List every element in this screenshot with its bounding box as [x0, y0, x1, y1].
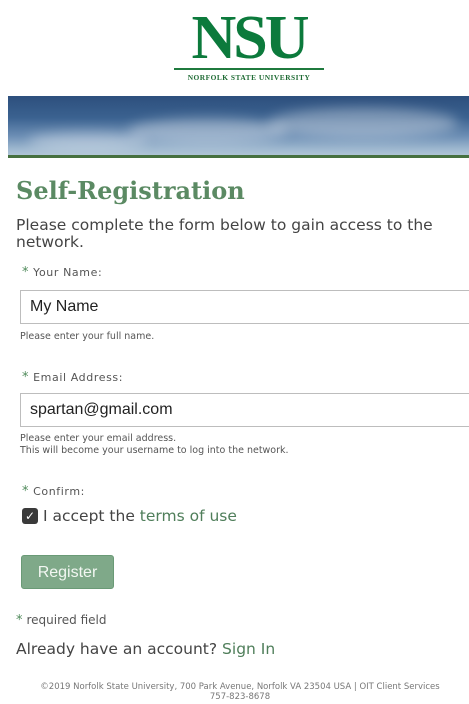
confirm-label-text: Confirm:	[33, 485, 85, 498]
email-input[interactable]: spartan@gmail.com	[20, 393, 469, 427]
name-hint: Please enter your full name.	[20, 331, 155, 342]
register-button[interactable]: Register	[21, 555, 114, 589]
nsu-logo: NSU NORFOLK STATE UNIVERSITY	[172, 4, 326, 82]
required-star: *	[16, 613, 23, 628]
terms-of-use-link[interactable]: terms of use	[140, 507, 237, 525]
accept-terms-text: I accept the terms of use	[43, 507, 237, 525]
page-title: Self-Registration	[16, 176, 245, 205]
logo-rule	[174, 68, 324, 70]
email-hint: Please enter your email address. This wi…	[20, 433, 289, 456]
confirm-label: * Confirm:	[22, 484, 85, 499]
banner-cloud	[28, 132, 148, 150]
required-star: *	[22, 484, 30, 499]
required-star: *	[22, 370, 30, 385]
footer-line1: ©2019 Norfolk State University, 700 Park…	[40, 682, 440, 692]
email-label-text: Email Address:	[33, 371, 124, 384]
email-label: * Email Address:	[22, 370, 123, 385]
name-label: * Your Name:	[22, 265, 102, 280]
banner-cloud	[128, 118, 288, 144]
logo-letters: NSU	[191, 4, 309, 72]
intro-text: Please complete the form below to gain a…	[16, 216, 433, 251]
accept-terms-checkbox[interactable]: ✓	[22, 508, 38, 524]
account-prompt-text: Already have an account?	[16, 640, 218, 658]
required-note: * required field	[16, 613, 107, 628]
header-banner	[8, 96, 469, 158]
sign-in-link[interactable]: Sign In	[222, 640, 275, 658]
account-prompt: Already have an account? Sign In	[16, 640, 275, 658]
required-note-text: required field	[26, 613, 107, 627]
name-input[interactable]: My Name	[20, 290, 469, 324]
logo-subtitle: NORFOLK STATE UNIVERSITY	[187, 73, 311, 82]
banner-cloud	[268, 108, 458, 138]
footer: ©2019 Norfolk State University, 700 Park…	[10, 682, 469, 702]
required-star: *	[22, 265, 30, 280]
accept-prefix: I accept the	[43, 507, 135, 525]
name-label-text: Your Name:	[33, 266, 103, 279]
email-hint-line2: This will become your username to log in…	[20, 444, 289, 456]
footer-line2: 757-823-8678	[209, 692, 271, 702]
email-hint-line1: Please enter your email address.	[20, 433, 177, 444]
